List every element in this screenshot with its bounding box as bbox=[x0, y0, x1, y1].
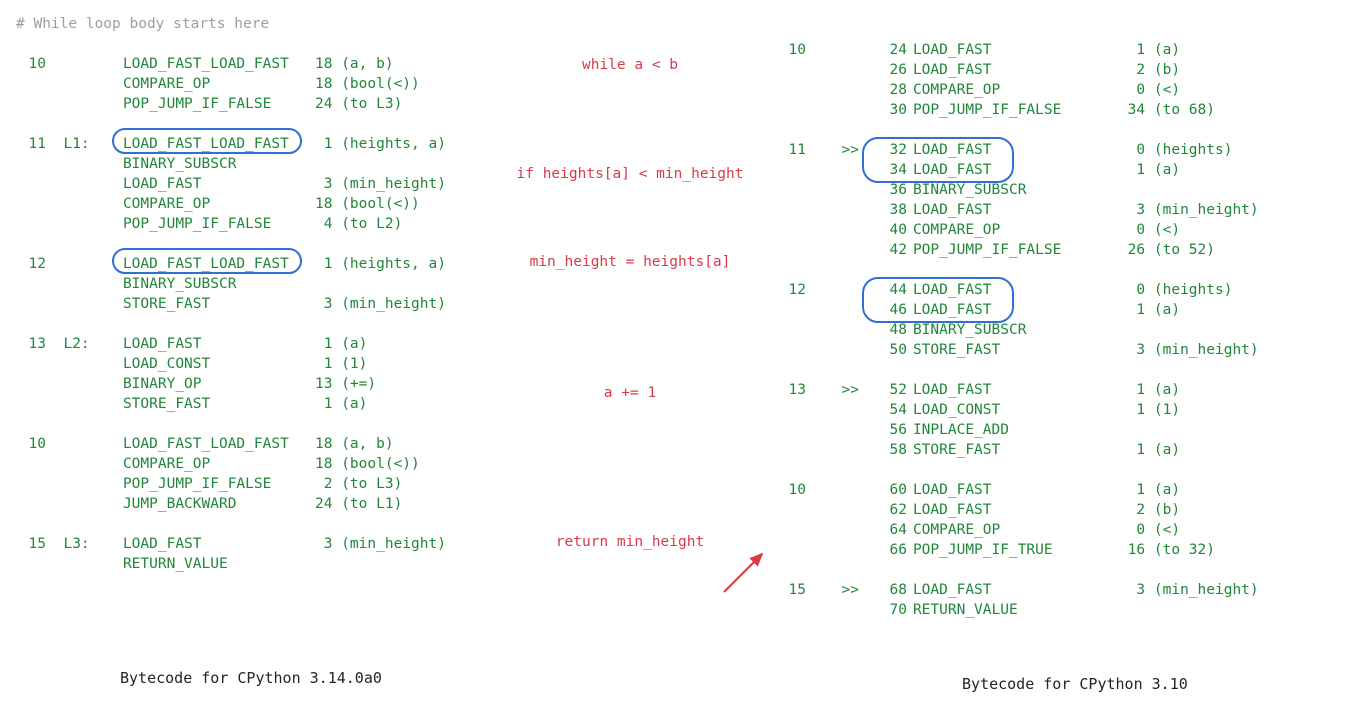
bytecode-row: BINARY_OP 13 (+=) bbox=[16, 374, 446, 394]
bytecode-row: POP_JUMP_IF_FALSE 4 (to L2) bbox=[16, 214, 446, 234]
bytecode-row: 26LOAD_FAST 2 (b) bbox=[776, 60, 1259, 80]
bytecode-row: 34LOAD_FAST 1 (a) bbox=[776, 160, 1259, 180]
bytecode-row: 10 LOAD_FAST_LOAD_FAST 18 (a, b) bbox=[16, 54, 446, 74]
bytecode-row: JUMP_BACKWARD 24 (to L1) bbox=[16, 494, 446, 514]
bytecode-row: 36BINARY_SUBSCR bbox=[776, 180, 1259, 200]
bytecode-row: POP_JUMP_IF_FALSE 2 (to L3) bbox=[16, 474, 446, 494]
bytecode-row: 40COMPARE_OP 0 (<) bbox=[776, 220, 1259, 240]
source-annotation: return min_height bbox=[490, 532, 770, 552]
bytecode-row: 42POP_JUMP_IF_FALSE 26 (to 52) bbox=[776, 240, 1259, 260]
bytecode-row: 38LOAD_FAST 3 (min_height) bbox=[776, 200, 1259, 220]
bytecode-row: LOAD_CONST 1 (1) bbox=[16, 354, 446, 374]
bytecode-row: 70RETURN_VALUE bbox=[776, 600, 1259, 620]
bytecode-row: COMPARE_OP 18 (bool(<)) bbox=[16, 454, 446, 474]
source-annotation: while a < b bbox=[490, 55, 770, 75]
bytecode-row: 13 >> 52LOAD_FAST 1 (a) bbox=[776, 380, 1259, 400]
bytecode-row: 64COMPARE_OP 0 (<) bbox=[776, 520, 1259, 540]
bytecode-row: 10 24LOAD_FAST 1 (a) bbox=[776, 40, 1259, 60]
bytecode-row: 62LOAD_FAST 2 (b) bbox=[776, 500, 1259, 520]
bytecode-row: 12 44LOAD_FAST 0 (heights) bbox=[776, 280, 1259, 300]
bytecode-row: 11 L1: LOAD_FAST_LOAD_FAST 1 (heights, a… bbox=[16, 134, 446, 154]
right-bytecode: 10 24LOAD_FAST 1 (a) 26LOAD_FAST 2 (b) 2… bbox=[776, 40, 1259, 620]
bytecode-row: 15 L3: LOAD_FAST 3 (min_height) bbox=[16, 534, 446, 554]
left-bytecode: # While loop body starts here 10 LOAD_FA… bbox=[16, 14, 446, 574]
bytecode-row: 54LOAD_CONST 1 (1) bbox=[776, 400, 1259, 420]
bytecode-row: BINARY_SUBSCR bbox=[16, 154, 446, 174]
bytecode-row: 46LOAD_FAST 1 (a) bbox=[776, 300, 1259, 320]
caption-right: Bytecode for CPython 3.10 bbox=[962, 674, 1188, 694]
bytecode-row: RETURN_VALUE bbox=[16, 554, 446, 574]
bytecode-row: POP_JUMP_IF_FALSE 24 (to L3) bbox=[16, 94, 446, 114]
bytecode-row: 10 LOAD_FAST_LOAD_FAST 18 (a, b) bbox=[16, 434, 446, 454]
bytecode-row: 28COMPARE_OP 0 (<) bbox=[776, 80, 1259, 100]
bytecode-row: LOAD_FAST 3 (min_height) bbox=[16, 174, 446, 194]
bytecode-row: COMPARE_OP 18 (bool(<)) bbox=[16, 194, 446, 214]
caption-left: Bytecode for CPython 3.14.0a0 bbox=[120, 668, 382, 688]
comment-line: # While loop body starts here bbox=[16, 14, 446, 34]
bytecode-row: 50STORE_FAST 3 (min_height) bbox=[776, 340, 1259, 360]
source-annotation: a += 1 bbox=[490, 383, 770, 403]
bytecode-row: 30POP_JUMP_IF_FALSE 34 (to 68) bbox=[776, 100, 1259, 120]
bytecode-row: 10 60LOAD_FAST 1 (a) bbox=[776, 480, 1259, 500]
bytecode-row: STORE_FAST 3 (min_height) bbox=[16, 294, 446, 314]
bytecode-row: STORE_FAST 1 (a) bbox=[16, 394, 446, 414]
bytecode-row: 13 L2: LOAD_FAST 1 (a) bbox=[16, 334, 446, 354]
bytecode-row: 56INPLACE_ADD bbox=[776, 420, 1259, 440]
bytecode-row: 12 LOAD_FAST_LOAD_FAST 1 (heights, a) bbox=[16, 254, 446, 274]
arrow-annotation bbox=[718, 548, 778, 598]
bytecode-row: 58STORE_FAST 1 (a) bbox=[776, 440, 1259, 460]
bytecode-row: 48BINARY_SUBSCR bbox=[776, 320, 1259, 340]
bytecode-row: COMPARE_OP 18 (bool(<)) bbox=[16, 74, 446, 94]
bytecode-row: 11 >> 32LOAD_FAST 0 (heights) bbox=[776, 140, 1259, 160]
source-annotation: if heights[a] < min_height bbox=[490, 164, 770, 184]
source-annotation: min_height = heights[a] bbox=[490, 252, 770, 272]
bytecode-row: 15 >> 68LOAD_FAST 3 (min_height) bbox=[776, 580, 1259, 600]
bytecode-row: BINARY_SUBSCR bbox=[16, 274, 446, 294]
bytecode-row: 66POP_JUMP_IF_TRUE 16 (to 32) bbox=[776, 540, 1259, 560]
